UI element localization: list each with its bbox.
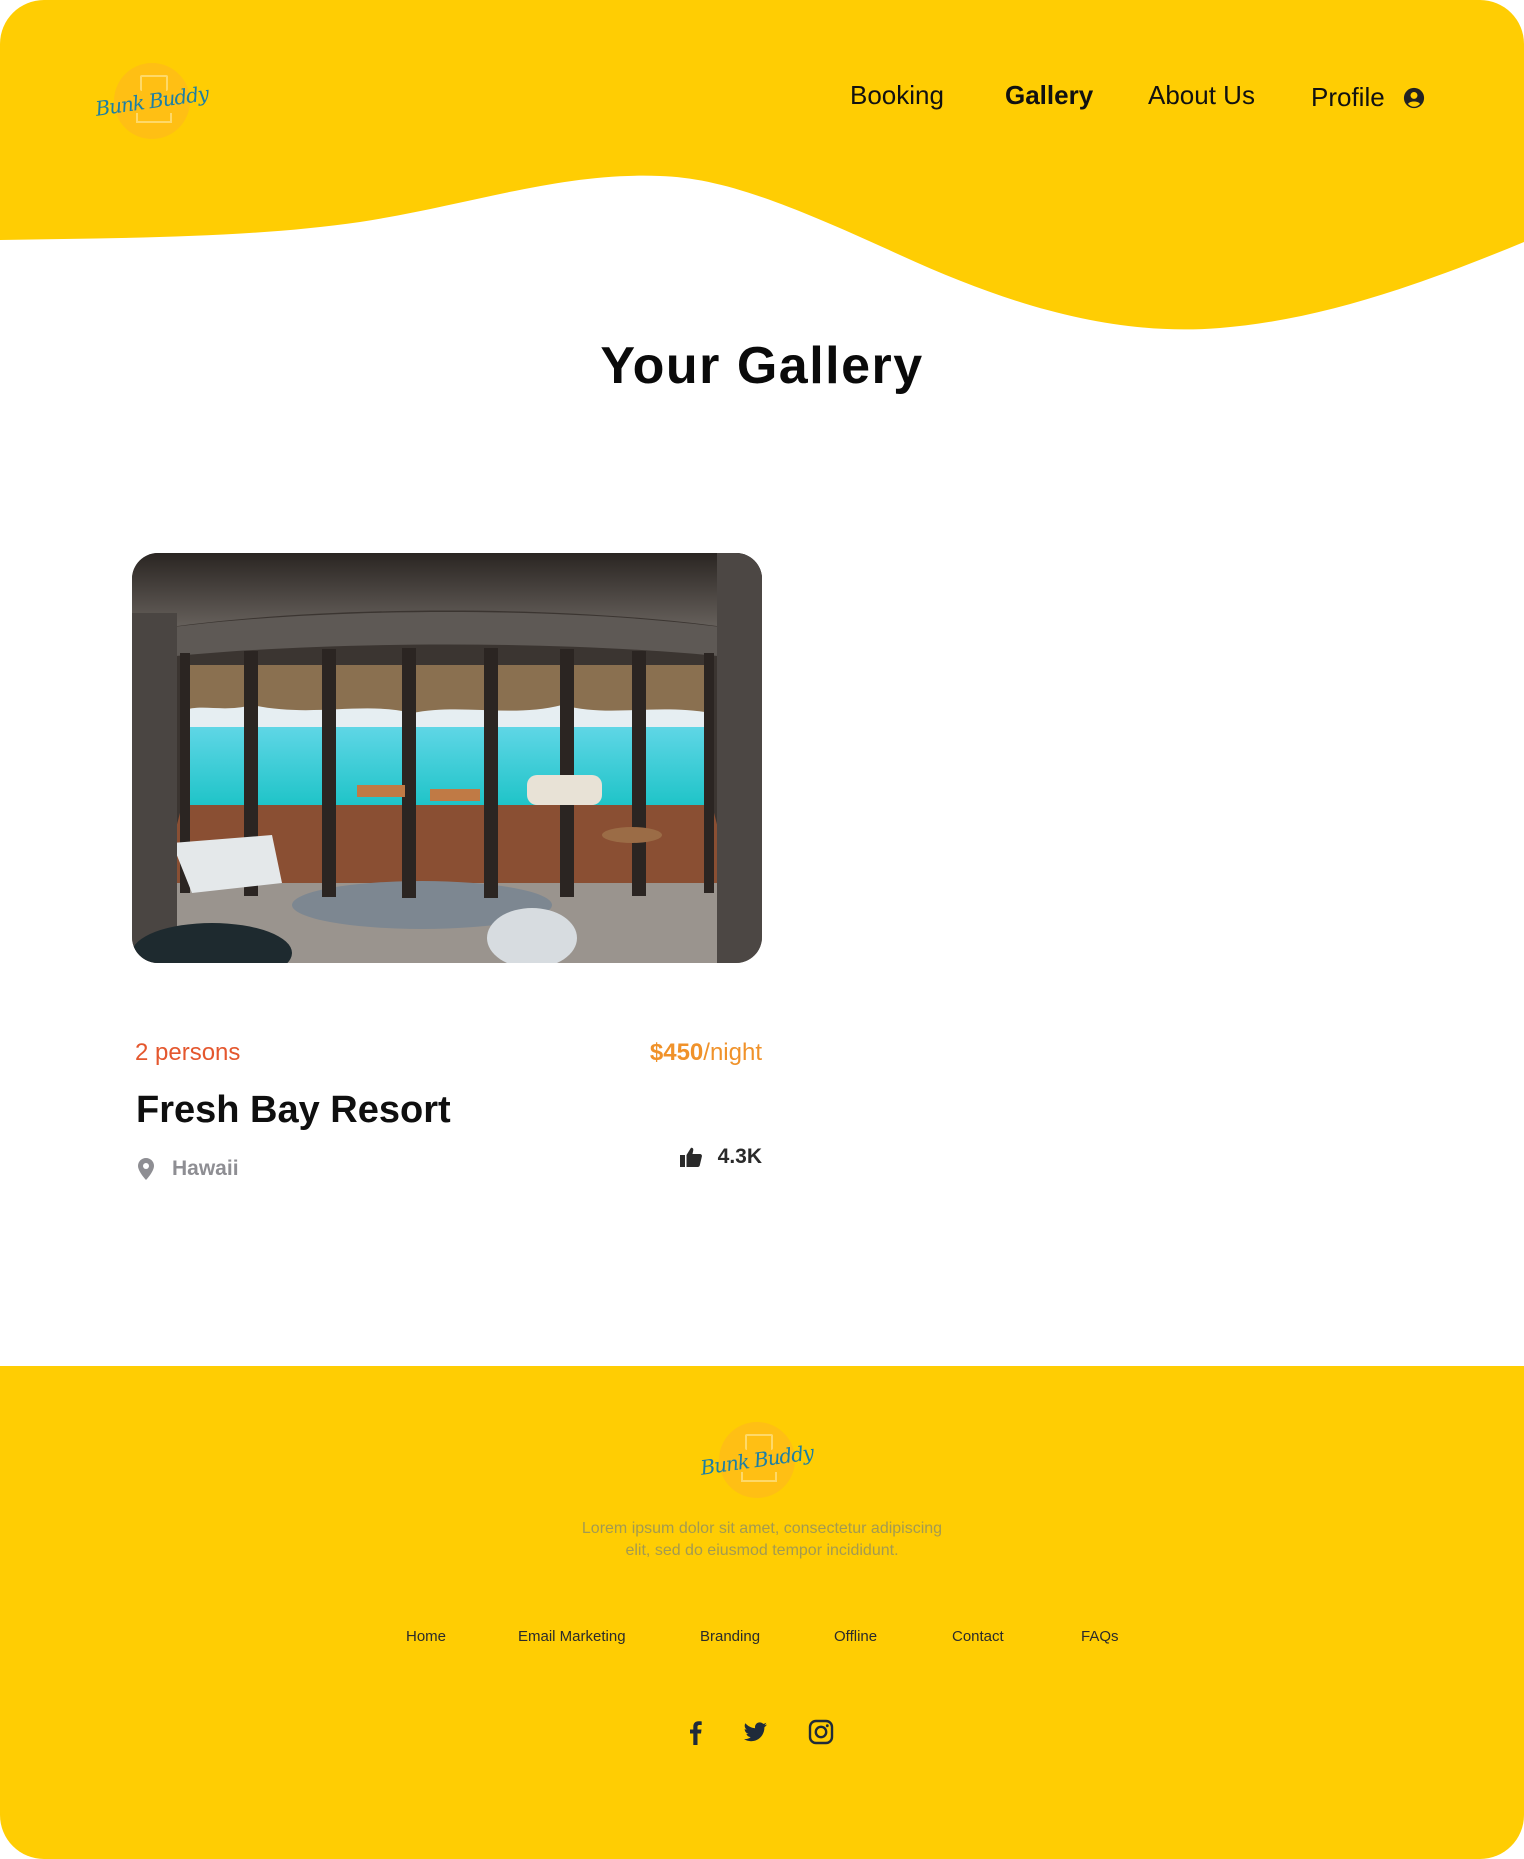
footer-description-line-2: elit, sed do eiusmod tempor incididunt.: [625, 1542, 899, 1559]
footer-link-branding[interactable]: Branding: [700, 1628, 760, 1645]
nav-booking[interactable]: Booking: [850, 80, 944, 111]
guest-count: 2 persons: [135, 1039, 241, 1066]
twitter-icon[interactable]: [741, 1718, 769, 1746]
nav-profile[interactable]: Profile: [1311, 82, 1425, 113]
resort-photo[interactable]: [132, 553, 762, 963]
header-wave-background: [0, 0, 1524, 330]
likes[interactable]: 4.3K: [679, 1145, 762, 1169]
resort-name[interactable]: Fresh Bay Resort: [136, 1089, 451, 1132]
footer-description-line-1: Lorem ipsum dolor sit amet, consectetur …: [581, 1520, 943, 1537]
price-amount: $450: [649, 1039, 704, 1066]
footer-link-contact[interactable]: Contact: [952, 1628, 1004, 1645]
footer-link-faqs[interactable]: FAQs: [1081, 1628, 1119, 1645]
footer: Bunk Buddy Lorem ipsum dolor sit amet, c…: [0, 1366, 1524, 1859]
instagram-icon[interactable]: [807, 1718, 835, 1746]
footer-description: Lorem ipsum dolor sit amet, consectetur …: [0, 1518, 1524, 1562]
nightly-price: $450/night: [650, 1039, 762, 1067]
footer-links: Home Email Marketing Branding Offline Co…: [0, 1628, 1524, 1652]
user-circle-icon: [1403, 87, 1424, 108]
main-nav: Booking Gallery About Us Profile: [0, 80, 1524, 120]
thumbs-up-icon: [679, 1147, 702, 1167]
gallery-card[interactable]: 2 persons $450/night Fresh Bay Resort Ha…: [132, 553, 762, 1180]
page-title: Your Gallery: [600, 337, 924, 395]
profile-label: Profile: [1311, 82, 1385, 112]
facebook-icon[interactable]: [682, 1718, 710, 1746]
price-unit: /night: [703, 1039, 762, 1066]
location: Hawaii: [138, 1157, 239, 1181]
footer-logo[interactable]: Bunk Buddy: [699, 1422, 815, 1498]
footer-link-offline[interactable]: Offline: [834, 1628, 877, 1645]
location-pin-icon: [138, 1158, 154, 1180]
nav-about-us[interactable]: About Us: [1148, 80, 1255, 111]
nav-gallery[interactable]: Gallery: [1005, 80, 1093, 111]
footer-link-email-marketing[interactable]: Email Marketing: [518, 1628, 626, 1645]
likes-count: 4.3K: [717, 1145, 762, 1168]
location-name: Hawaii: [172, 1157, 239, 1180]
page: Bunk Buddy Booking Gallery About Us Prof…: [0, 0, 1524, 1859]
footer-link-home[interactable]: Home: [406, 1628, 446, 1645]
